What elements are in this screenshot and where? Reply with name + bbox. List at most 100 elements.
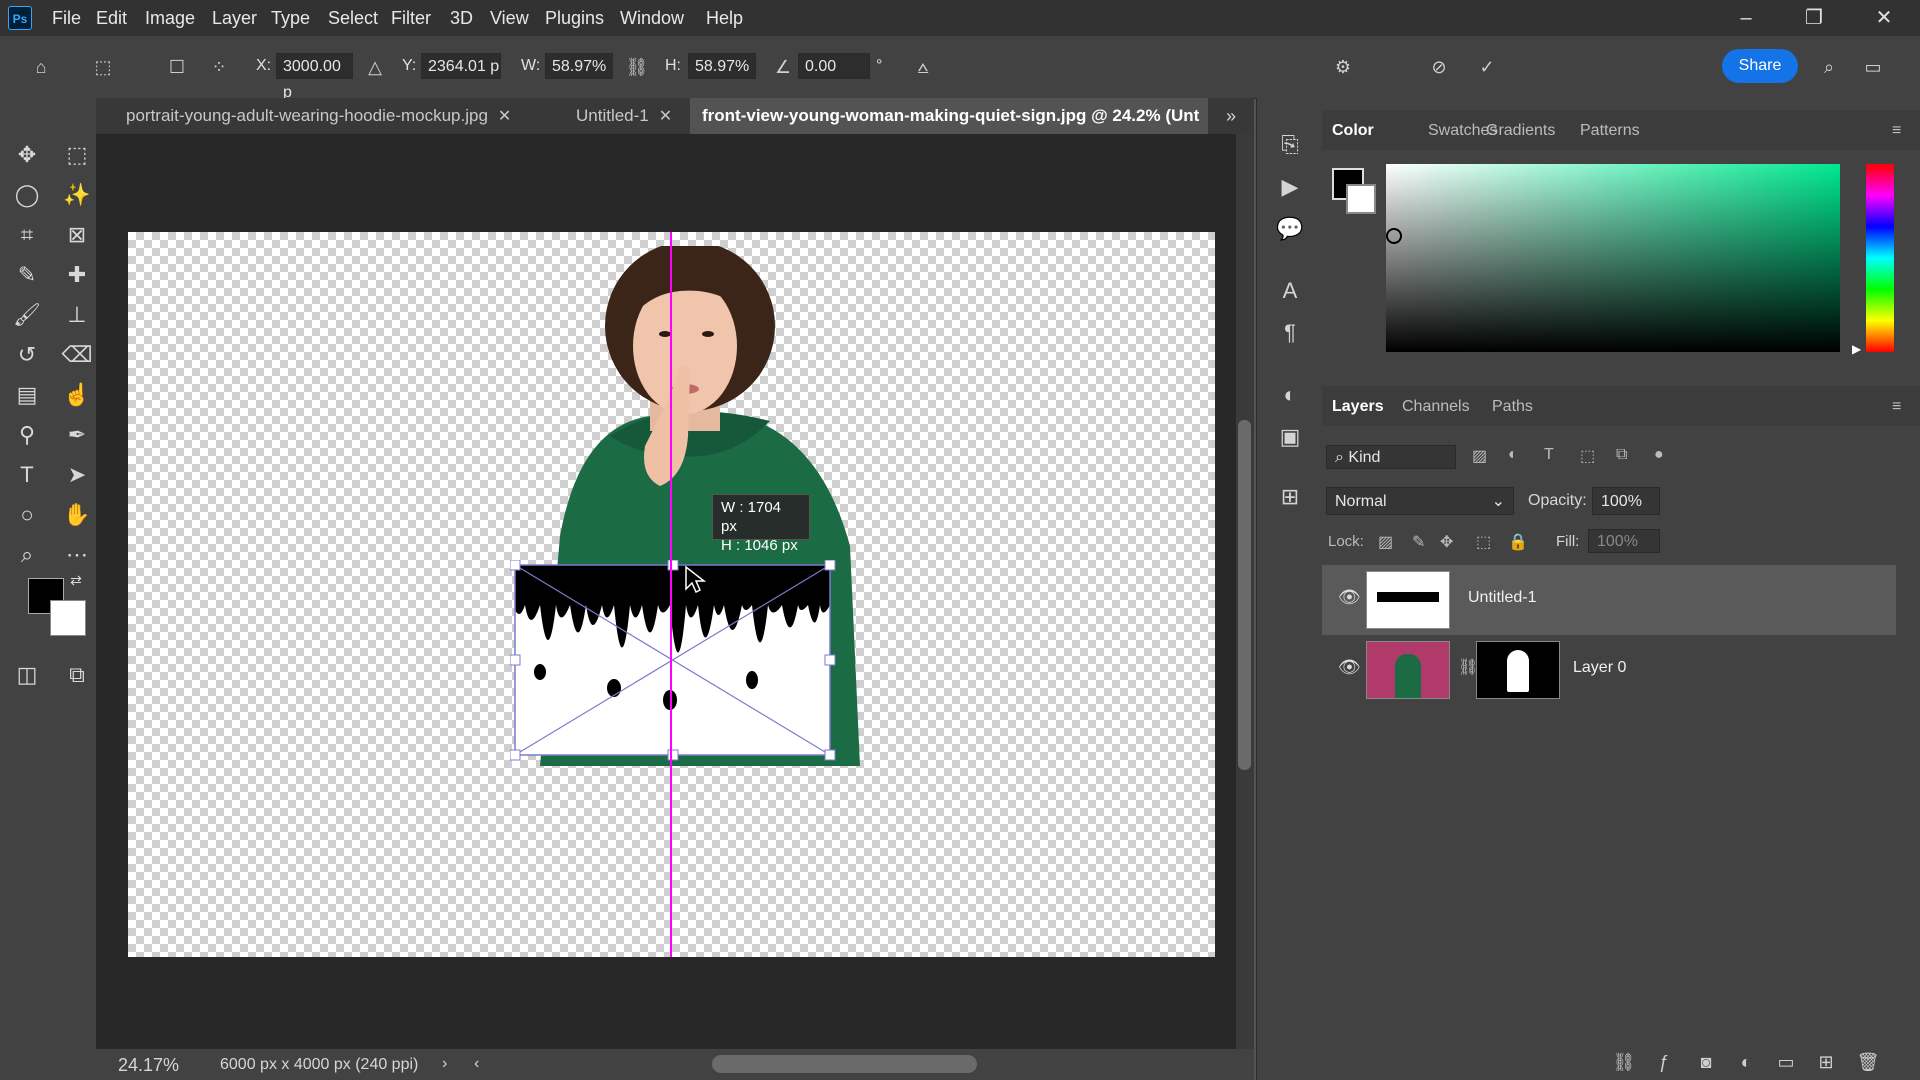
x-field[interactable]: 3000.00 p bbox=[276, 53, 353, 101]
menu-type[interactable]: Type bbox=[271, 8, 310, 29]
new-group-icon[interactable]: ▭ bbox=[1772, 1048, 1800, 1076]
libraries-icon[interactable]: ▣ bbox=[1273, 420, 1307, 454]
layer-name[interactable]: Untitled-1 bbox=[1468, 589, 1536, 607]
more-tabs-icon[interactable]: » bbox=[1226, 106, 1236, 127]
hue-slider-handle-icon[interactable]: ▶ bbox=[1852, 342, 1861, 356]
opacity-field[interactable]: 100% bbox=[1592, 487, 1660, 515]
menu-window[interactable]: Window bbox=[620, 8, 684, 29]
ellipse-tool-icon[interactable]: ○ bbox=[10, 498, 44, 532]
smudge-tool-icon[interactable]: ☝ bbox=[60, 378, 94, 412]
tab-layers[interactable]: Layers bbox=[1332, 398, 1384, 416]
healing-brush-tool-icon[interactable]: ✚ bbox=[60, 258, 94, 292]
close-window-button[interactable]: ✕ bbox=[1860, 4, 1908, 32]
link-layers-icon[interactable]: ⛓ bbox=[1610, 1048, 1638, 1076]
filter-smart-object-icon[interactable]: ⧉ bbox=[1616, 446, 1627, 464]
color-picker-field[interactable] bbox=[1386, 164, 1840, 352]
horizontal-scroll-thumb[interactable] bbox=[712, 1055, 977, 1073]
menu-edit[interactable]: Edit bbox=[96, 8, 127, 29]
zoom-level[interactable]: 24.17% bbox=[118, 1055, 179, 1076]
tab-color[interactable]: Color bbox=[1332, 122, 1374, 140]
blend-mode-select[interactable]: Normal ⌄ bbox=[1326, 487, 1514, 515]
layer-row-layer-0[interactable]: 👁 ⛓ Layer 0 bbox=[1322, 635, 1896, 705]
lasso-tool-icon[interactable]: ◯ bbox=[10, 178, 44, 212]
menu-file[interactable]: File bbox=[52, 8, 81, 29]
new-layer-icon[interactable]: ⊞ bbox=[1812, 1048, 1840, 1076]
search-icon[interactable]: ⌕ bbox=[1816, 54, 1842, 80]
crop-tool-icon[interactable]: ⌗ bbox=[10, 218, 44, 252]
h-field[interactable]: 58.97% bbox=[688, 53, 756, 79]
angle-field[interactable]: 0.00 bbox=[798, 53, 870, 79]
menu-filter[interactable]: Filter bbox=[391, 8, 431, 29]
restore-button[interactable]: ❐ bbox=[1790, 4, 1838, 32]
menu-3d[interactable]: 3D bbox=[450, 8, 473, 29]
eraser-tool-icon[interactable]: ⌫ bbox=[60, 338, 94, 372]
gradient-tool-icon[interactable]: ▤ bbox=[10, 378, 44, 412]
filter-type-icon[interactable]: T bbox=[1544, 446, 1554, 464]
visibility-eye-icon[interactable]: 👁 bbox=[1338, 587, 1361, 608]
w-field[interactable]: 58.97% bbox=[545, 53, 613, 79]
layer-name[interactable]: Layer 0 bbox=[1573, 659, 1626, 677]
delete-layer-icon[interactable]: 🗑 bbox=[1854, 1048, 1882, 1076]
close-icon[interactable]: ✕ bbox=[659, 108, 672, 125]
filter-toggle-icon[interactable]: ● bbox=[1654, 446, 1664, 464]
lock-transparent-icon[interactable]: ▨ bbox=[1378, 532, 1393, 552]
pen-tool-icon[interactable]: ✒ bbox=[60, 418, 94, 452]
color-panel-background[interactable] bbox=[1346, 184, 1376, 214]
move-tool-preset-icon[interactable]: ⬚ bbox=[90, 54, 116, 80]
vertical-scroll-thumb[interactable] bbox=[1238, 420, 1251, 770]
commit-transform-icon[interactable]: ✓ bbox=[1474, 54, 1500, 80]
link-icon[interactable]: ⛓ bbox=[624, 54, 650, 80]
scroll-left-icon[interactable]: ‹ bbox=[474, 1055, 479, 1073]
tab-channels[interactable]: Channels bbox=[1402, 398, 1470, 416]
layer-kind-filter[interactable]: ⌕ Kind bbox=[1326, 445, 1456, 469]
frame-tool-icon[interactable]: ⊠ bbox=[60, 218, 94, 252]
actions-play-icon[interactable]: ▶ bbox=[1273, 170, 1307, 204]
reference-point-icon[interactable]: ⁘ bbox=[206, 54, 232, 80]
delta-icon[interactable]: △ bbox=[362, 54, 388, 80]
background-color-swatch[interactable] bbox=[50, 600, 86, 636]
menu-select[interactable]: Select bbox=[328, 8, 378, 29]
lock-artboard-icon[interactable]: ⬚ bbox=[1476, 532, 1491, 552]
tab-gradients[interactable]: Gradients bbox=[1486, 122, 1555, 140]
panel-menu-icon[interactable]: ≡ bbox=[1892, 398, 1901, 416]
history-brush-tool-icon[interactable]: ↺ bbox=[10, 338, 44, 372]
path-selection-tool-icon[interactable]: ➤ bbox=[60, 458, 94, 492]
workspace-icon[interactable]: ▭ bbox=[1860, 54, 1886, 80]
color-picker-marker[interactable] bbox=[1386, 228, 1402, 244]
tab-paths[interactable]: Paths bbox=[1492, 398, 1533, 416]
paragraph-icon[interactable]: ¶ bbox=[1273, 316, 1307, 350]
clone-stamp-tool-icon[interactable]: ⊥ bbox=[60, 298, 94, 332]
dodge-tool-icon[interactable]: ⚲ bbox=[10, 418, 44, 452]
fill-field[interactable]: 100% bbox=[1588, 529, 1660, 553]
lock-position-icon[interactable]: ✥ bbox=[1440, 532, 1453, 552]
layer-row-untitled-1[interactable]: 👁 Untitled-1 bbox=[1322, 565, 1896, 635]
move-tool-icon[interactable]: ✥ bbox=[10, 138, 44, 172]
character-icon[interactable]: A bbox=[1273, 274, 1307, 308]
magic-wand-tool-icon[interactable]: ✨ bbox=[60, 178, 94, 212]
adjustments-icon[interactable]: ◐ bbox=[1273, 378, 1307, 412]
zoom-tool-icon[interactable]: ⌕ bbox=[10, 538, 44, 572]
share-button[interactable]: Share bbox=[1722, 49, 1798, 83]
filter-adjustment-icon[interactable]: ◐ bbox=[1508, 446, 1518, 464]
screen-mode-icon[interactable]: ⧉ bbox=[60, 658, 94, 692]
hue-slider[interactable] bbox=[1866, 164, 1894, 352]
tab-quiet-sign[interactable]: front-view-young-woman-making-quiet-sign… bbox=[690, 98, 1208, 134]
tab-portrait-hoodie[interactable]: portrait-young-adult-wearing-hoodie-mock… bbox=[114, 98, 564, 134]
visibility-eye-icon[interactable]: 👁 bbox=[1338, 657, 1361, 678]
comments-icon[interactable]: 💬 bbox=[1273, 212, 1307, 246]
lock-all-icon[interactable]: 🔒 bbox=[1508, 532, 1528, 552]
properties-icon[interactable]: ⊞ bbox=[1273, 480, 1307, 514]
home-icon[interactable]: ⌂ bbox=[28, 54, 54, 80]
brush-tool-icon[interactable]: 🖌 bbox=[10, 298, 44, 332]
menu-view[interactable]: View bbox=[490, 8, 529, 29]
panel-menu-icon[interactable]: ≡ bbox=[1892, 122, 1901, 140]
hand-tool-icon[interactable]: ✋ bbox=[60, 498, 94, 532]
history-icon[interactable]: ⎘ bbox=[1273, 128, 1307, 162]
3d-mode-icon[interactable]: ⚙ bbox=[1330, 54, 1356, 80]
lock-pixels-icon[interactable]: ✎ bbox=[1412, 532, 1425, 552]
tab-patterns[interactable]: Patterns bbox=[1580, 122, 1640, 140]
fx-icon[interactable]: ƒ bbox=[1650, 1048, 1678, 1076]
chevron-right-icon[interactable]: › bbox=[442, 1055, 447, 1073]
adjustment-layer-icon[interactable]: ◐ bbox=[1732, 1048, 1760, 1076]
add-mask-icon[interactable]: ◙ bbox=[1692, 1048, 1720, 1076]
